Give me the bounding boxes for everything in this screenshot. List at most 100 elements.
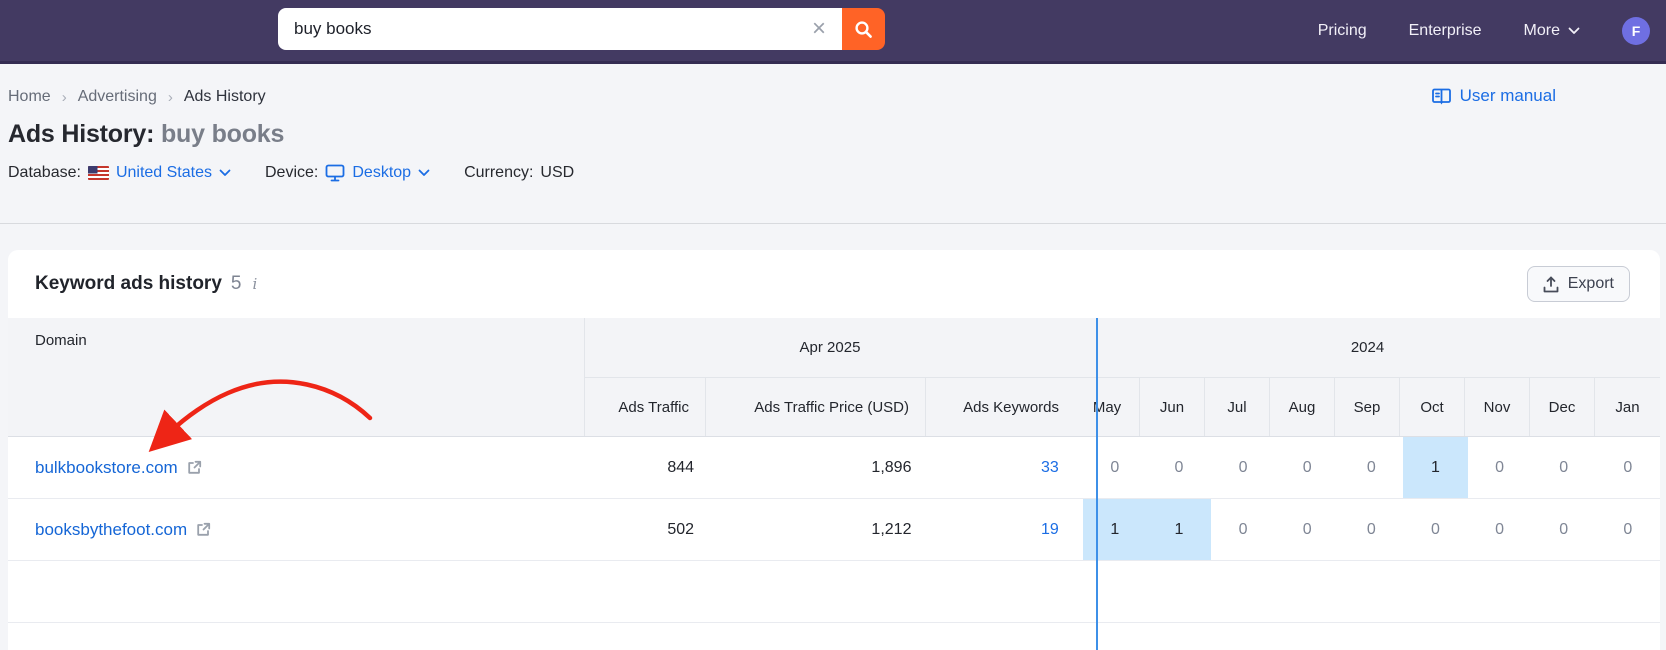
ads-traffic-price-value: 1,212	[871, 520, 912, 538]
month-cell: 0	[1559, 458, 1569, 476]
external-link-icon[interactable]	[196, 522, 211, 537]
breadcrumb-advertising[interactable]: Advertising	[78, 88, 157, 106]
column-header-domain: Domain	[8, 318, 585, 436]
book-icon	[1431, 87, 1452, 106]
device-label: Device:	[265, 164, 319, 181]
search-button[interactable]	[842, 8, 885, 50]
breadcrumb-separator-icon: ›	[167, 88, 173, 106]
desktop-icon	[325, 164, 345, 182]
table-row: bulkbookstore.com 844 1,896 33 0 0 0 0 0…	[8, 437, 1660, 499]
month-cell: 0	[1302, 520, 1312, 538]
page-title-prefix: Ads History:	[8, 120, 155, 148]
chevron-down-icon	[219, 169, 231, 177]
column-header-aug: Aug	[1270, 378, 1335, 436]
nav-link-pricing[interactable]: Pricing	[1318, 22, 1367, 40]
filters-row: Database: United States Device: Desktop …	[8, 164, 574, 182]
keyword-ads-history-card: Keyword ads history 5 i Export Domain Ap…	[8, 250, 1660, 650]
breadcrumb-ads-history: Ads History	[183, 88, 266, 105]
search-icon	[854, 20, 873, 39]
month-cell: 1	[1403, 437, 1468, 498]
nav-menu-more[interactable]: More	[1524, 22, 1580, 40]
table-row	[8, 561, 1660, 623]
month-cell: 0	[1495, 458, 1505, 476]
page-title-keyword: buy books	[160, 120, 285, 148]
currency-filter: Currency: USD	[464, 164, 574, 182]
month-cell: 0	[1238, 520, 1248, 538]
database-value: United States	[115, 164, 212, 181]
column-header-may: May	[1075, 378, 1140, 436]
month-cell: 0	[1110, 458, 1120, 476]
column-group-apr-2025: Apr 2025 Ads Traffic Ads Traffic Price (…	[585, 318, 1075, 436]
month-cell: 1	[1082, 499, 1147, 560]
column-header-oct: Oct	[1400, 378, 1465, 436]
column-header-jul: Jul	[1205, 378, 1270, 436]
ads-traffic-value: 844	[667, 458, 695, 476]
month-cell: 0	[1174, 458, 1184, 476]
card-title: Keyword ads history	[35, 273, 222, 294]
result-count: 5	[230, 273, 242, 294]
domain-link[interactable]: bulkbookstore.com	[35, 458, 178, 478]
month-cell: 0	[1623, 520, 1633, 538]
domain-link[interactable]: booksbythefoot.com	[35, 520, 187, 540]
month-cell: 0	[1623, 458, 1633, 476]
export-label: Export	[1567, 275, 1614, 292]
ads-keywords-link[interactable]: 33	[935, 437, 1082, 498]
chevron-down-icon	[418, 169, 430, 177]
search-bar: ×	[278, 8, 885, 50]
column-header-ads-traffic-price: Ads Traffic Price (USD)	[706, 378, 926, 436]
search-input[interactable]	[294, 19, 808, 39]
month-cell: 0	[1431, 520, 1440, 538]
ads-traffic-price-value: 1,896	[871, 458, 912, 476]
table-header: Domain Apr 2025 Ads Traffic Ads Traffic …	[8, 318, 1660, 437]
card-header: Keyword ads history 5 i Export	[8, 250, 1660, 318]
month-cell: 0	[1302, 458, 1312, 476]
column-header-jan: Jan	[1615, 398, 1640, 416]
nav-link-enterprise[interactable]: Enterprise	[1409, 22, 1482, 40]
column-header-ads-traffic: Ads Traffic	[585, 378, 706, 436]
user-manual-label: User manual	[1459, 86, 1556, 105]
column-header-dec: Dec	[1530, 378, 1595, 436]
info-icon[interactable]: i	[250, 275, 259, 293]
export-button[interactable]: Export	[1526, 266, 1630, 302]
device-selector[interactable]: Desktop	[325, 164, 430, 182]
device-filter: Device: Desktop	[265, 164, 430, 182]
ads-traffic-value: 502	[667, 520, 695, 538]
month-cell: 1	[1146, 499, 1212, 560]
column-header-ads-keywords: Ads Keywords	[963, 398, 1059, 416]
user-avatar[interactable]: F	[1622, 16, 1650, 45]
currency-label: Currency:	[464, 164, 534, 181]
month-cell: 0	[1366, 458, 1376, 476]
clear-search-icon[interactable]: ×	[808, 17, 830, 41]
database-selector[interactable]: United States	[87, 164, 231, 182]
column-header-jun: Jun	[1140, 378, 1205, 436]
upload-icon	[1543, 276, 1559, 293]
user-manual-link[interactable]: User manual	[1431, 86, 1556, 106]
month-cell: 0	[1559, 520, 1569, 538]
ads-keywords-link[interactable]: 19	[935, 499, 1082, 560]
column-header-sep: Sep	[1335, 378, 1400, 436]
top-navbar: × Pricing Enterprise More F	[0, 0, 1666, 64]
group-header-2024: 2024	[1075, 318, 1660, 378]
column-header-nov: Nov	[1465, 378, 1530, 436]
table-row: booksbythefoot.com 502 1,212 19 1 1 0 0 …	[8, 499, 1660, 561]
device-value: Desktop	[352, 164, 412, 181]
external-link-icon[interactable]	[187, 460, 202, 475]
month-cell: 0	[1238, 458, 1248, 476]
months-divider-line	[1096, 318, 1098, 650]
breadcrumb-home[interactable]: Home	[8, 88, 51, 106]
group-header-apr-2025: Apr 2025	[585, 318, 1075, 378]
breadcrumb: Home › Advertising › Ads History	[8, 88, 266, 106]
chevron-down-icon	[1568, 27, 1580, 35]
nav-right: Pricing Enterprise More F	[1318, 0, 1650, 61]
database-label: Database:	[8, 164, 81, 181]
month-cell: 0	[1366, 520, 1376, 538]
nav-more-label: More	[1523, 21, 1560, 39]
us-flag-icon	[87, 166, 109, 180]
month-cell: 0	[1495, 520, 1505, 538]
page-title: Ads History: buy books	[8, 120, 284, 149]
section-divider	[0, 223, 1666, 224]
search-input-wrap: ×	[278, 8, 842, 50]
database-filter: Database: United States	[8, 164, 231, 182]
currency-value: USD	[540, 164, 575, 181]
column-group-2024: 2024 May Jun Jul Aug Sep Oct Nov Dec Jan	[1075, 318, 1660, 436]
